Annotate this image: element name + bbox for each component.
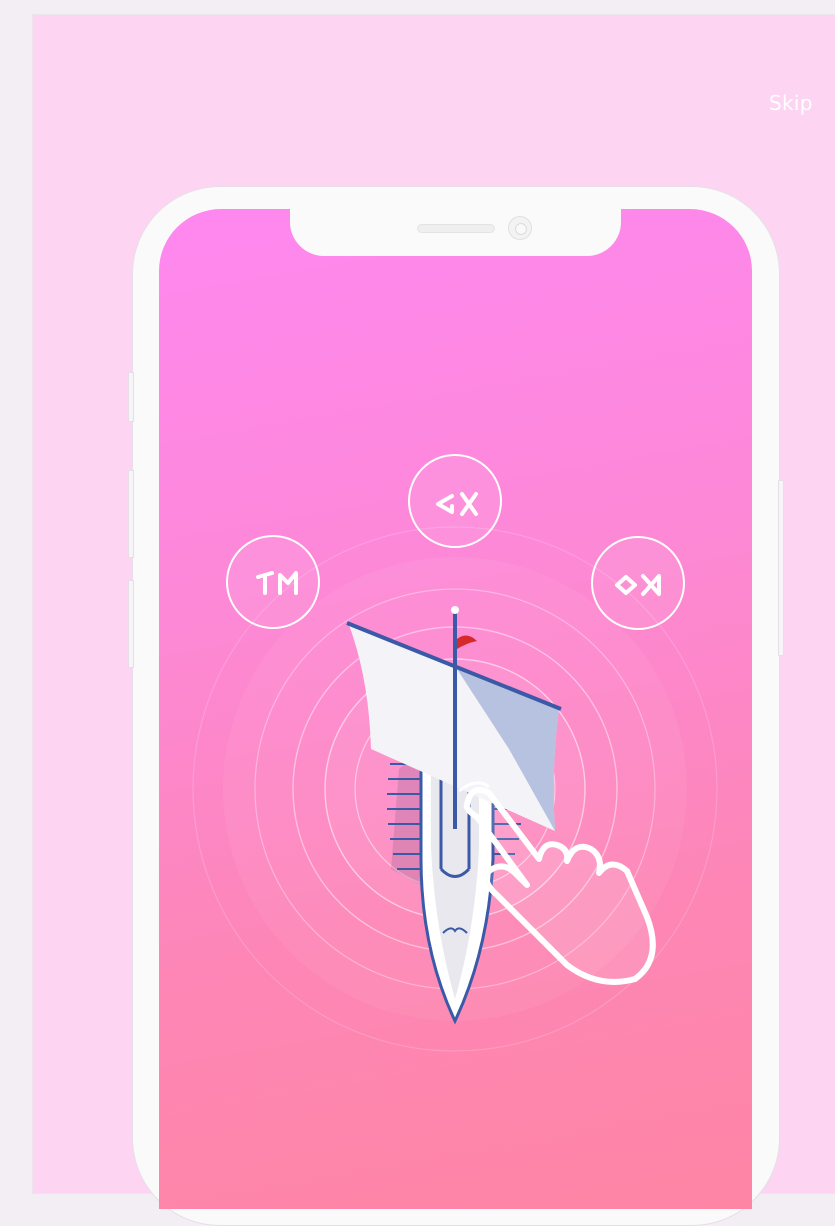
phone-mute-switch [128, 372, 134, 422]
skip-button[interactable]: Skip [769, 91, 813, 115]
phone-volume-down [128, 580, 134, 668]
rune-ox-icon [615, 574, 661, 596]
phone-volume-up [128, 470, 134, 558]
option-top-button[interactable] [408, 454, 502, 548]
rune-gx-icon [436, 492, 478, 516]
ship-illustration [192, 526, 718, 1052]
option-left-button[interactable] [226, 535, 320, 629]
option-right-button[interactable] [591, 536, 685, 630]
rune-tm-icon [256, 571, 298, 595]
phone-power-button [778, 480, 784, 656]
